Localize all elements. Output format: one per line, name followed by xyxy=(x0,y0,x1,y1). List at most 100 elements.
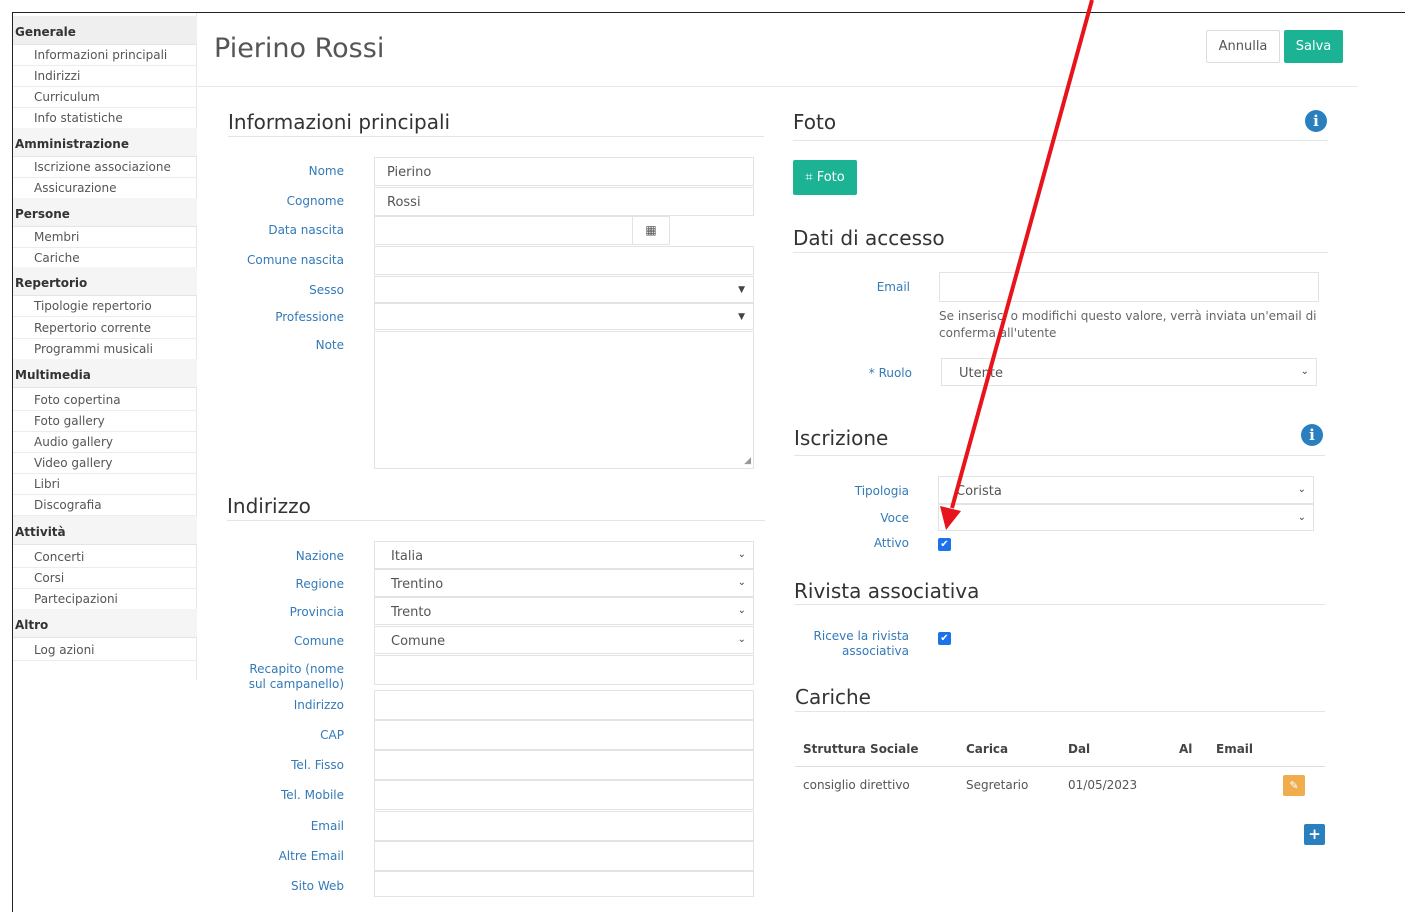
sito-web-field[interactable] xyxy=(374,871,754,897)
sidebar-item-audio-gallery[interactable]: Audio gallery xyxy=(13,432,197,453)
caret-down-icon: ▼ xyxy=(738,285,745,295)
sesso-label: Sesso xyxy=(309,283,344,297)
recapito-label-line-2: sul campanello) xyxy=(248,677,344,691)
sidebar-item-programmi-musicali[interactable]: Programmi musicali xyxy=(13,339,197,360)
section-title-foto: Foto xyxy=(793,110,837,134)
sidebar-section-amministrazione: Amministrazione xyxy=(13,128,197,157)
cell-dal: 01/05/2023 xyxy=(1068,778,1138,792)
riceve-rivista-label: Riceve la rivista associativa xyxy=(789,629,909,659)
tipologia-select[interactable]: Corista ⌄ xyxy=(938,476,1314,504)
cognome-label: Cognome xyxy=(286,194,344,208)
attivo-label: Attivo xyxy=(873,536,909,550)
sidebar-item-foto-copertina[interactable]: Foto copertina xyxy=(13,390,197,411)
data-nascita-label: Data nascita xyxy=(268,223,344,237)
column-header-dal: Dal xyxy=(1068,742,1091,756)
sidebar-item-informazioni-principali[interactable]: Informazioni principali xyxy=(13,45,197,66)
check-icon: ✔ xyxy=(940,539,949,550)
arrow-shaft xyxy=(950,0,1094,509)
sidebar-item-partecipazioni[interactable]: Partecipazioni xyxy=(13,589,197,610)
tel-mobile-field[interactable] xyxy=(374,780,754,810)
professione-select[interactable]: ▼ xyxy=(374,303,754,330)
cap-label: CAP xyxy=(320,728,344,742)
data-nascita-field[interactable] xyxy=(374,216,633,245)
riceve-rivista-checkbox[interactable]: ✔ xyxy=(938,632,951,645)
voce-select[interactable]: ⌄ xyxy=(938,504,1314,531)
cognome-field[interactable]: Rossi xyxy=(374,187,754,216)
sidebar-item-log-azioni[interactable]: Log azioni xyxy=(13,640,197,661)
indirizzo-field[interactable] xyxy=(374,690,754,720)
comune-nascita-field[interactable] xyxy=(374,246,754,275)
column-header-carica: Carica xyxy=(966,742,1009,756)
accesso-email-field[interactable] xyxy=(939,272,1319,302)
sidebar-item-indirizzi[interactable]: Indirizzi xyxy=(13,66,197,87)
chevron-down-icon: ⌄ xyxy=(737,549,746,560)
section-divider xyxy=(795,711,1325,712)
sidebar-item-assicurazione[interactable]: Assicurazione xyxy=(13,178,197,199)
section-title-rivista: Rivista associativa xyxy=(794,579,980,603)
recapito-label-line-1: Recapito (nome xyxy=(249,662,344,676)
tel-fisso-label: Tel. Fisso xyxy=(291,758,344,772)
sidebar-section-generale: Generale xyxy=(13,16,197,45)
note-label: Note xyxy=(315,338,344,352)
nome-field[interactable]: Pierino xyxy=(374,157,754,186)
regione-select[interactable]: Trentino ⌄ xyxy=(374,569,754,597)
sidebar-item-curriculum[interactable]: Curriculum xyxy=(13,87,197,108)
calendar-button[interactable]: ▦ xyxy=(632,216,670,245)
cancel-button[interactable]: Annulla xyxy=(1206,30,1280,63)
tel-fisso-field[interactable] xyxy=(374,750,754,780)
section-title-indirizzo: Indirizzo xyxy=(227,494,311,518)
sidebar-item-cariche[interactable]: Cariche xyxy=(13,248,197,269)
sidebar-section-altro: Altro xyxy=(13,609,197,638)
add-carica-button[interactable]: + xyxy=(1304,824,1325,845)
sito-web-label: Sito Web xyxy=(291,879,344,893)
sidebar-section-attivita: Attività xyxy=(13,516,197,545)
sidebar-item-video-gallery[interactable]: Video gallery xyxy=(13,453,197,474)
sidebar-section-multimedia: Multimedia xyxy=(13,359,197,388)
altre-email-field[interactable] xyxy=(374,841,754,871)
recapito-field[interactable] xyxy=(374,655,754,685)
nazione-select[interactable]: Italia ⌄ xyxy=(374,541,754,569)
section-divider xyxy=(227,520,765,521)
resize-handle-icon[interactable]: ◢ xyxy=(744,456,751,466)
ruolo-label: * Ruolo xyxy=(868,366,912,380)
foto-button-label: Foto xyxy=(816,170,845,185)
sidebar-item-libri[interactable]: Libri xyxy=(13,474,197,495)
sidebar-item-discografia[interactable]: Discografia xyxy=(13,495,197,516)
riceve-label-line-1: Riceve la rivista xyxy=(813,629,909,643)
info-icon[interactable]: i xyxy=(1305,110,1327,132)
column-header-email: Email xyxy=(1216,742,1254,756)
frame-border-top xyxy=(12,12,1405,13)
sidebar-item-membri[interactable]: Membri xyxy=(13,227,197,248)
comune-select[interactable]: Comune ⌄ xyxy=(374,626,754,654)
section-divider xyxy=(228,136,764,137)
sidebar-item-info-statistiche[interactable]: Info statistiche xyxy=(13,108,197,129)
sidebar-item-repertorio-corrente[interactable]: Repertorio corrente xyxy=(13,318,197,339)
save-button[interactable]: Salva xyxy=(1284,30,1343,63)
foto-button[interactable]: ⌗ Foto xyxy=(793,160,857,195)
calendar-icon: ▦ xyxy=(645,223,657,237)
provincia-select[interactable]: Trento ⌄ xyxy=(374,597,754,625)
sidebar-section-repertorio: Repertorio xyxy=(13,267,197,296)
sesso-select[interactable]: ▼ xyxy=(374,276,754,303)
sidebar-item-foto-gallery[interactable]: Foto gallery xyxy=(13,411,197,432)
cap-field[interactable] xyxy=(374,720,754,750)
edit-carica-button[interactable]: ✎ xyxy=(1283,775,1305,796)
note-textarea[interactable]: ◢ xyxy=(374,331,754,469)
sidebar-item-iscrizione-associazione[interactable]: Iscrizione associazione xyxy=(13,157,197,178)
sidebar-item-tipologie-repertorio[interactable]: Tipologie repertorio xyxy=(13,296,197,317)
section-title-iscrizione: Iscrizione xyxy=(794,426,889,450)
ruolo-select[interactable]: Utente ⌄ xyxy=(941,358,1317,386)
email-field[interactable] xyxy=(374,811,754,841)
nome-label: Nome xyxy=(308,164,344,178)
attivo-checkbox[interactable]: ✔ xyxy=(938,538,951,551)
chevron-down-icon: ⌄ xyxy=(1300,366,1309,377)
sidebar-item-corsi[interactable]: Corsi xyxy=(13,568,197,589)
chevron-down-icon: ⌄ xyxy=(1297,484,1306,495)
comune-value: Comune xyxy=(391,634,446,649)
sidebar-item-concerti[interactable]: Concerti xyxy=(13,547,197,568)
info-icon[interactable]: i xyxy=(1301,424,1323,446)
regione-label: Regione xyxy=(295,577,344,591)
section-divider xyxy=(793,140,1328,141)
accesso-email-label: Email xyxy=(876,280,910,294)
recapito-label: Recapito (nome sul campanello) xyxy=(224,662,344,692)
